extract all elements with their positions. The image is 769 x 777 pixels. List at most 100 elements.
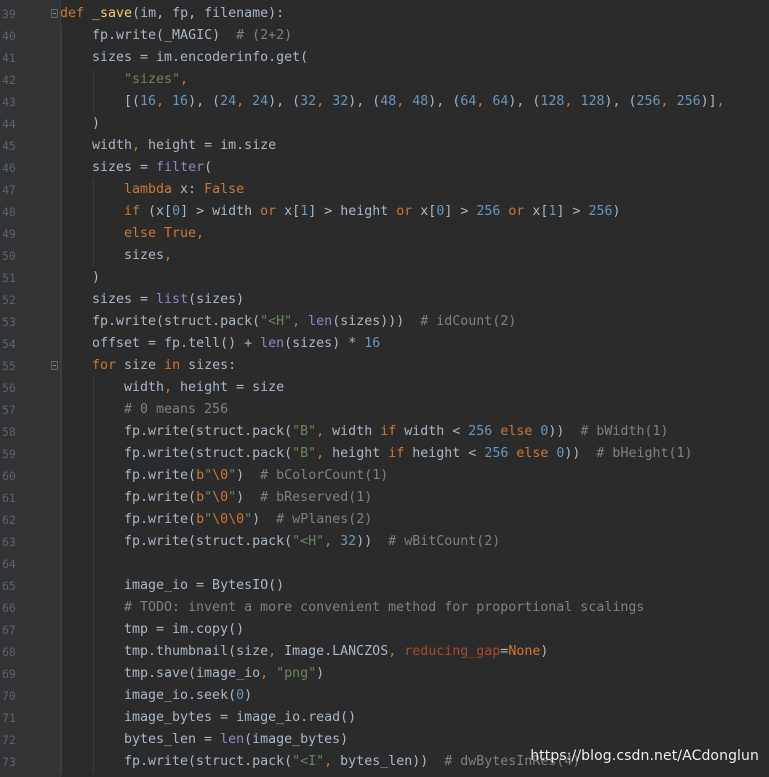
- indent-guide: [61, 619, 62, 641]
- code-line[interactable]: 58 fp.write(struct.pack("B", width if wid…: [0, 421, 769, 443]
- code-token: ": [204, 468, 213, 483]
- code-token: sizes =: [92, 292, 157, 307]
- line-number: 41: [2, 51, 16, 65]
- indent-guide: [61, 311, 62, 333]
- code-token: bytes_len)): [340, 754, 445, 769]
- code-token: (x[: [148, 204, 173, 219]
- code-line[interactable]: 57 # 0 means 256: [0, 399, 769, 421]
- code-token: ): [92, 116, 101, 131]
- code-line[interactable]: 50 sizes,: [0, 245, 769, 267]
- code-line[interactable]: 45 width, height = im.size: [0, 135, 769, 157]
- code-token: ): [244, 688, 253, 703]
- code-line[interactable]: 67 tmp = im.copy(): [0, 619, 769, 641]
- code-token: ): [612, 204, 621, 219]
- code-line[interactable]: 59 fp.write(struct.pack("B", height if he…: [0, 443, 769, 465]
- indent-guide: [61, 509, 62, 531]
- code-line[interactable]: 61 fp.write(b"\0") # bReserved(1): [0, 487, 769, 509]
- code-token: sizes: [124, 248, 165, 263]
- code-text: image_io.seek(0): [124, 685, 252, 707]
- code-line[interactable]: 52 sizes = list(sizes): [0, 289, 769, 311]
- code-token: lambda: [124, 182, 181, 197]
- code-token: or: [396, 204, 421, 219]
- code-token: Image.LANCZOS: [284, 644, 389, 659]
- code-line[interactable]: 46 sizes = filter(: [0, 157, 769, 179]
- code-line[interactable]: 43 [(16, 16), (24, 24), (32, 32), (48, 48…: [0, 91, 769, 113]
- code-line[interactable]: 66 # TODO: invent a more convenient metho…: [0, 597, 769, 619]
- code-token: )): [356, 534, 389, 549]
- line-number: 50: [2, 249, 16, 263]
- code-line[interactable]: 54 offset = fp.tell() + len(sizes) * 16: [0, 333, 769, 355]
- fold-marker-icon[interactable]: [51, 9, 58, 18]
- code-token: b: [196, 468, 205, 483]
- code-line[interactable]: 44): [0, 113, 769, 135]
- code-line[interactable]: 60 fp.write(b"\0") # bColorCount(1): [0, 465, 769, 487]
- code-line[interactable]: 63 fp.write(struct.pack("<H", 32)) # wBit…: [0, 531, 769, 553]
- code-line[interactable]: 51): [0, 267, 769, 289]
- indent-guide: [93, 91, 94, 113]
- indent-guide: [93, 223, 94, 245]
- code-token: (sizes) *: [284, 336, 365, 351]
- code-line[interactable]: 49 else True,: [0, 223, 769, 245]
- code-token: ,: [324, 754, 341, 769]
- indent-guide: [93, 201, 94, 223]
- code-line[interactable]: 55 for size in sizes:: [0, 355, 769, 377]
- fold-marker-icon[interactable]: [51, 361, 58, 370]
- line-number: 54: [2, 337, 16, 351]
- indent-guide: [93, 443, 94, 465]
- indent-guide: [61, 421, 62, 443]
- code-token: image_bytes = image_io.read(): [124, 710, 357, 725]
- line-number: 64: [2, 557, 16, 571]
- line-number: 56: [2, 381, 16, 395]
- code-line[interactable]: 53 fp.write(struct.pack("<H", len(sizes))…: [0, 311, 769, 333]
- line-number: 73: [2, 755, 16, 769]
- code-token: ,: [716, 94, 725, 109]
- code-line[interactable]: 48 if (x[0] > width or x[1] > height or x…: [0, 201, 769, 223]
- code-token: fp.write(struct.pack(: [124, 446, 293, 461]
- indent-guide: [93, 619, 94, 641]
- code-token: tmp.save(image_io: [124, 666, 261, 681]
- indent-guide: [93, 685, 94, 707]
- line-number: 43: [2, 95, 16, 109]
- code-line[interactable]: 40 fp.write(_MAGIC) # (2+2): [0, 25, 769, 47]
- code-line[interactable]: 69 tmp.save(image_io, "png"): [0, 663, 769, 685]
- code-text: fp.write(struct.pack("B", width if width…: [124, 421, 668, 443]
- code-line[interactable]: 62 fp.write(b"\0\0") # wPlanes(2): [0, 509, 769, 531]
- indent-guide: [61, 487, 62, 509]
- line-number: 40: [2, 29, 16, 43]
- code-token: fp.write(: [124, 490, 197, 505]
- indent-guide: [61, 69, 62, 91]
- code-line[interactable]: 47 lambda x: False: [0, 179, 769, 201]
- code-token: # wBitCount(2): [388, 534, 501, 549]
- code-token: ): [540, 644, 549, 659]
- code-text: "sizes",: [124, 69, 188, 91]
- code-line[interactable]: 41 sizes = im.encoderinfo.get(: [0, 47, 769, 69]
- code-text: width, height = im.size: [92, 135, 276, 157]
- code-line[interactable]: 68 tmp.thumbnail(size, Image.LANCZOS, red…: [0, 641, 769, 663]
- code-line[interactable]: 56 width, height = size: [0, 377, 769, 399]
- code-token: )): [548, 424, 581, 439]
- code-token: ,: [564, 94, 581, 109]
- code-token: ,: [260, 666, 277, 681]
- code-line[interactable]: 64: [0, 553, 769, 575]
- code-line[interactable]: 71 image_bytes = image_io.read(): [0, 707, 769, 729]
- code-line[interactable]: 39 def _save(im, fp, filename):: [0, 3, 769, 25]
- code-token: offset = fp.tell() +: [92, 336, 261, 351]
- indent-guide: [93, 465, 94, 487]
- code-editor[interactable]: 39 def _save(im, fp, filename): 40 fp.write…: [0, 0, 769, 777]
- code-token: # bHeight(1): [596, 446, 693, 461]
- code-token: ): [236, 468, 261, 483]
- code-token: image_io.seek(: [124, 688, 237, 703]
- line-number: 68: [2, 645, 16, 659]
- code-token: ): [252, 512, 277, 527]
- code-token: ,: [292, 314, 309, 329]
- code-text: image_bytes = image_io.read(): [124, 707, 356, 729]
- code-text: fp.write(b"\0") # bReserved(1): [124, 487, 372, 509]
- line-number: 51: [2, 271, 16, 285]
- code-text: if (x[0] > width or x[1] > height or x[0…: [124, 201, 621, 223]
- code-token: 256: [476, 204, 509, 219]
- code-text: fp.write(struct.pack("<H", len(sizes))) …: [92, 311, 516, 333]
- code-line[interactable]: 42 "sizes",: [0, 69, 769, 91]
- code-line[interactable]: 65 image_io = BytesIO(): [0, 575, 769, 597]
- code-token: 128: [540, 94, 565, 109]
- code-line[interactable]: 70 image_io.seek(0): [0, 685, 769, 707]
